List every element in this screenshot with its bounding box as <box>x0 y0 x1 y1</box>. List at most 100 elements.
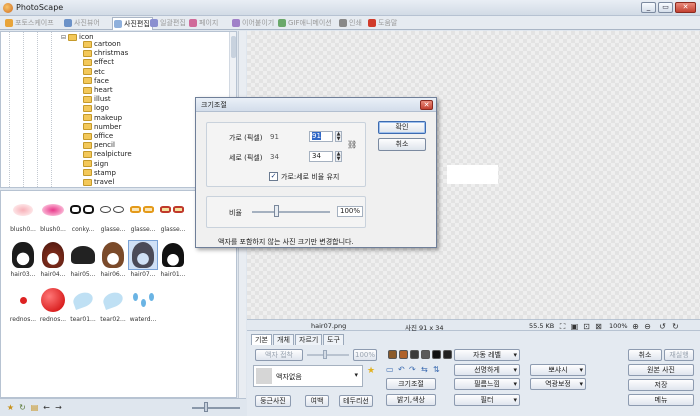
frame-color-swatch[interactable] <box>399 350 408 359</box>
original-photo-button[interactable]: 원본 사진 <box>628 364 694 376</box>
rotate-right-tool-icon[interactable]: ↷ <box>409 365 416 374</box>
ratio-input[interactable]: 100% <box>337 206 363 217</box>
maximize-button[interactable]: ▭ <box>658 2 673 13</box>
tab-label: 인쇄 <box>349 19 362 27</box>
zoom-in-icon[interactable]: ⊕ <box>631 322 640 331</box>
save-button[interactable]: 저장 <box>628 379 694 391</box>
folder-open-icon[interactable]: ▤ <box>30 403 39 412</box>
zoom-fit-icon[interactable]: ⊠ <box>594 322 603 331</box>
thumbnail-item[interactable]: glasse... <box>128 195 158 237</box>
thumbnail-item[interactable]: tear01... <box>68 285 98 327</box>
ok-button[interactable]: 확인 <box>378 121 426 134</box>
tree-item[interactable]: travel <box>83 177 114 187</box>
filter-button[interactable]: 필터 <box>454 394 520 406</box>
thumbnail-item[interactable]: glasse... <box>158 195 188 237</box>
thumbnail-item[interactable]: rednos... <box>8 285 38 327</box>
thumbnail-item[interactable]: tear02... <box>98 285 128 327</box>
tab-0[interactable]: 포토스케이프 <box>4 17 56 29</box>
tab-tools[interactable]: 도구 <box>323 334 344 345</box>
thumbnail-item[interactable]: hair03... <box>8 240 38 282</box>
thumbnail-item[interactable]: hair06... <box>98 240 128 282</box>
frame-color-swatch[interactable] <box>388 350 397 359</box>
close-button[interactable]: ✕ <box>675 2 696 13</box>
thumbnail-size-slider-knob[interactable] <box>204 402 208 412</box>
thumbnail-item[interactable]: hair01... <box>158 240 188 282</box>
auto-level-button[interactable]: 자동 레벨 <box>454 349 520 361</box>
thumbnail-item[interactable]: blush0... <box>38 195 68 237</box>
tree-folder-label: travel <box>94 178 115 186</box>
thumbnail-item[interactable]: conky... <box>68 195 98 237</box>
fit-screen-icon[interactable]: ⛶ <box>558 322 567 331</box>
back-arrow-icon[interactable]: ← <box>42 403 51 412</box>
collapse-icon[interactable]: ⊟ <box>61 34 66 41</box>
menu-button[interactable]: 메뉴 <box>628 394 694 406</box>
ratio-group: 비율 100% <box>206 196 366 228</box>
loaded-photo[interactable] <box>447 165 498 184</box>
thumbnail-item[interactable]: hair07... <box>128 240 158 282</box>
blur-button[interactable]: 뽀샤시 <box>530 364 586 376</box>
keep-ratio-checkbox[interactable]: ✓ <box>269 172 278 181</box>
dialog-close-button[interactable]: ✕ <box>420 100 433 110</box>
ratio-slider-knob[interactable] <box>274 205 279 217</box>
thumbnail-item[interactable]: blush0... <box>8 195 38 237</box>
thumbnail-size-slider[interactable] <box>192 407 240 409</box>
width-input[interactable]: 91 <box>309 131 333 142</box>
favorite-frame-star-icon[interactable]: ★ <box>367 366 375 376</box>
tab-7[interactable]: 인쇄 <box>338 17 364 29</box>
select-tool-icon[interactable]: ▭ <box>386 365 394 374</box>
dialog-cancel-button[interactable]: 취소 <box>378 138 426 151</box>
frame-color-swatch[interactable] <box>410 350 419 359</box>
height-input[interactable]: 34 <box>309 151 333 162</box>
frame-attach-button[interactable]: 액자 접착 <box>255 349 303 361</box>
tab-6[interactable]: GIF애니메이션 <box>277 17 334 29</box>
tab-object[interactable]: 개체 <box>273 334 294 345</box>
film-effect-button[interactable]: 필름느낌 <box>454 378 520 390</box>
rotate-right-icon[interactable]: ↻ <box>671 322 680 331</box>
frame-size-slider[interactable] <box>307 354 349 356</box>
flip-horizontal-icon[interactable]: ⇆ <box>421 365 428 374</box>
favorite-star-icon[interactable]: ★ <box>6 403 15 412</box>
tab-2[interactable]: 사진편집 <box>112 17 153 30</box>
height-spinner[interactable]: ▲ ▼ <box>335 151 342 162</box>
brightness-color-button[interactable]: 밝기,색상 <box>386 394 436 406</box>
thumbnail-item[interactable]: waterd... <box>128 285 158 327</box>
flip-vertical-icon[interactable]: ⇅ <box>433 365 440 374</box>
tab-8[interactable]: 도움말 <box>367 17 399 29</box>
minimize-button[interactable]: _ <box>641 2 656 13</box>
border-button[interactable]: 테두리선 <box>339 395 373 407</box>
actual-size-icon[interactable]: ▣ <box>570 322 579 331</box>
tab-crop[interactable]: 자르기 <box>295 334 323 345</box>
frame-color-swatch[interactable] <box>432 350 441 359</box>
tab-4[interactable]: 페이지 <box>188 17 220 29</box>
tab-5[interactable]: 이어붙이기 <box>231 17 276 29</box>
tab-3[interactable]: 일괄편집 <box>149 17 188 29</box>
tree-scrollbar-thumb[interactable] <box>231 36 236 58</box>
thumbnail-item[interactable]: glasse... <box>98 195 128 237</box>
tab-basic[interactable]: 기본 <box>251 334 272 345</box>
frame-color-swatch[interactable] <box>421 350 430 359</box>
zoom-out-icon[interactable]: ⊖ <box>643 322 652 331</box>
frame-percent-field[interactable]: 100% <box>353 349 377 361</box>
backlight-button[interactable]: 역광보정 <box>530 378 586 390</box>
frame-select[interactable]: 액자없음 ▾ <box>253 365 363 387</box>
thumbnail-item[interactable]: hair04... <box>38 240 68 282</box>
redo-button[interactable]: 재실행 <box>664 349 694 361</box>
zoom-window-icon[interactable]: ⊡ <box>582 322 591 331</box>
sharpen-button[interactable]: 선명하게 <box>454 364 520 376</box>
rotate-left-icon[interactable]: ↺ <box>658 322 667 331</box>
tab-1[interactable]: 사진뷰어 <box>63 17 102 29</box>
refresh-icon[interactable]: ↻ <box>18 403 27 412</box>
cancel-button[interactable]: 취소 <box>628 349 662 361</box>
round-photo-button[interactable]: 둥근사진 <box>255 395 291 407</box>
tree-folder-label: makeup <box>94 113 123 122</box>
frame-color-swatch[interactable] <box>443 350 452 359</box>
rotate-left-tool-icon[interactable]: ↶ <box>398 365 405 374</box>
resize-button[interactable]: 크기조절 <box>386 378 436 390</box>
ratio-slider[interactable] <box>252 211 330 213</box>
thumbnail-item[interactable]: hair05... <box>68 240 98 282</box>
width-spinner[interactable]: ▲ ▼ <box>335 131 342 142</box>
frame-size-knob[interactable] <box>323 350 327 359</box>
forward-arrow-icon[interactable]: → <box>54 403 63 412</box>
thumbnail-item[interactable]: rednos... <box>38 285 68 327</box>
margin-button[interactable]: 여백 <box>305 395 329 407</box>
